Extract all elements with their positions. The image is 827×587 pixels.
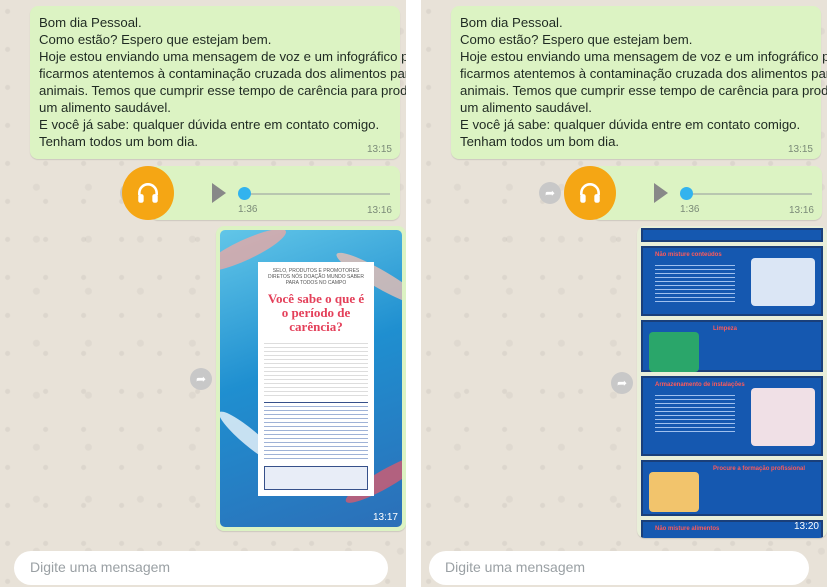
truck-icon (751, 258, 815, 306)
message-input[interactable]: Digite uma mensagem (14, 551, 388, 585)
message-line: E você já sabe: qualquer dúvida entre em… (460, 117, 801, 132)
audio-progress-handle[interactable] (680, 187, 693, 200)
message-line: Hoje estou enviando uma mensagem de voz … (39, 49, 406, 64)
chat-panel-right: Bom dia Pessoal. Como estão? Espero que … (421, 0, 827, 587)
image-timestamp: 13:17 (372, 512, 398, 523)
audio-progress-track[interactable] (682, 193, 812, 195)
message-line: um alimento saudável. (39, 100, 171, 115)
audio-timestamp: 13:16 (366, 205, 392, 216)
play-icon[interactable] (212, 183, 226, 203)
image-message-bubble[interactable]: SELO, PRODUTOS E PROMOTORES DIRETOS NÓS … (216, 226, 406, 531)
poster-card: SELO, PRODUTOS E PROMOTORES DIRETOS NÓS … (258, 262, 374, 496)
infographic-section: Limpeza (641, 320, 823, 372)
professional-icon (649, 472, 699, 512)
audio-progress-track[interactable] (240, 193, 390, 195)
poster-body-text (264, 340, 368, 396)
section-heading: Procure a formação profissional (713, 466, 806, 472)
section-heading: Não misture conteúdos (655, 252, 722, 258)
animals-icon (751, 388, 815, 446)
infographic-section: Procure a formação profissional (641, 460, 823, 516)
text-message-bubble[interactable]: Bom dia Pessoal. Como estão? Espero que … (451, 6, 827, 159)
poster-highlight-text (264, 402, 368, 462)
message-line: Tenham todos um bom dia. (39, 134, 199, 149)
message-line: animais. Temos que cumprir esse tempo de… (39, 83, 406, 98)
image-message-bubble[interactable]: Não misture conteúdos Limpeza Armazename… (637, 226, 827, 538)
message-timestamp: 13:15 (787, 144, 813, 155)
audio-duration: 1:36 (680, 204, 700, 215)
audio-duration: 1:36 (238, 204, 258, 215)
infographic-section: Não misture conteúdos (641, 246, 823, 316)
message-line: E você já sabe: qualquer dúvida entre em… (39, 117, 380, 132)
message-line: Hoje estou enviando uma mensagem de voz … (460, 49, 827, 64)
forward-icon[interactable]: ➦ (611, 372, 633, 394)
message-line: ficarmos atentemos à contaminação cruzad… (39, 66, 406, 81)
infographic-section (641, 228, 823, 242)
poster-subtitle: SELO, PRODUTOS E PROMOTORES DIRETOS NÓS … (267, 268, 365, 286)
section-heading: Armazenamento de instalações (655, 382, 745, 388)
message-input[interactable]: Digite uma mensagem (429, 551, 809, 585)
forward-icon[interactable]: ➦ (190, 368, 212, 390)
audio-progress-handle[interactable] (238, 187, 251, 200)
message-line: um alimento saudável. (460, 100, 592, 115)
forward-icon[interactable]: ➦ (539, 182, 561, 204)
poster-image[interactable]: SELO, PRODUTOS E PROMOTORES DIRETOS NÓS … (220, 230, 402, 527)
message-timestamp: 13:15 (366, 144, 392, 155)
message-line: Como estão? Espero que estejam bem. (460, 32, 693, 47)
chat-panel-left: Bom dia Pessoal. Como estão? Espero que … (0, 0, 406, 587)
poster-title: Você sabe o que é o período de carência? (267, 291, 365, 334)
headphones-icon (564, 166, 616, 220)
message-line: Bom dia Pessoal. (39, 15, 142, 30)
audio-message-bubble[interactable]: 1:36 13:16 (564, 166, 822, 220)
message-line: Bom dia Pessoal. (460, 15, 563, 30)
infographic-section: Armazenamento de instalações (641, 376, 823, 456)
image-timestamp: 13:20 (793, 521, 819, 532)
cleaning-icon (649, 332, 699, 372)
message-line: animais. Temos que cumprir esse tempo de… (460, 83, 827, 98)
message-line: ficarmos atentemos à contaminação cruzad… (460, 66, 827, 81)
message-line: Tenham todos um bom dia. (460, 134, 620, 149)
audio-timestamp: 13:16 (788, 205, 814, 216)
play-icon[interactable] (654, 183, 668, 203)
section-heading: Limpeza (713, 326, 738, 332)
audio-message-bubble[interactable]: 1:36 13:16 (122, 166, 400, 220)
section-heading: Não misture alimentos (655, 526, 720, 532)
headphones-icon (122, 166, 174, 220)
poster-footer (264, 466, 368, 490)
message-line: Como estão? Espero que estejam bem. (39, 32, 272, 47)
text-message-bubble[interactable]: Bom dia Pessoal. Como estão? Espero que … (30, 6, 406, 159)
